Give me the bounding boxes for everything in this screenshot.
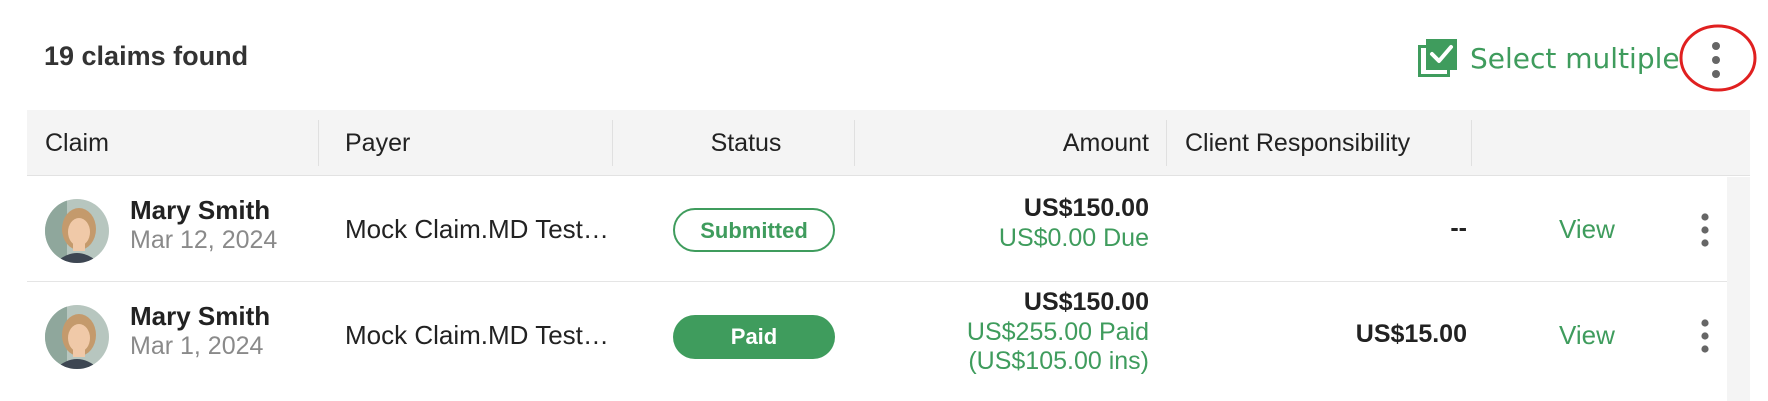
select-multiple-label: Select multiple	[1470, 41, 1680, 75]
payer-name: Mock Claim.MD Test…	[345, 320, 609, 350]
status-badge: Submitted	[673, 208, 835, 252]
table-header: Claim Payer Status Amount Client Respons…	[27, 110, 1750, 176]
vertical-dots-icon	[1701, 319, 1709, 353]
view-link[interactable]: View	[1559, 214, 1615, 245]
more-options-button[interactable]	[1708, 40, 1724, 80]
payer-name: Mock Claim.MD Test…	[345, 214, 609, 244]
client-responsibility: --	[1450, 214, 1467, 242]
row-more-options-button[interactable]	[1699, 318, 1711, 354]
amount-total: US$150.00	[1023, 194, 1149, 222]
amount-total: US$150.00	[1023, 288, 1149, 316]
client-name: Mary Smith	[130, 301, 271, 331]
table-row[interactable]: Mary Smith Mar 12, 2024 Mock Claim.MD Te…	[27, 177, 1727, 282]
column-header-client-responsibility[interactable]: Client Responsibility	[1185, 110, 1410, 176]
scrollbar-track[interactable]	[1727, 177, 1750, 401]
client-responsibility: US$15.00	[1355, 320, 1467, 348]
claims-count-title: 19 claims found	[44, 41, 249, 71]
column-header-claim[interactable]: Claim	[45, 110, 109, 176]
vertical-dots-icon	[1712, 42, 1720, 78]
column-divider	[612, 120, 613, 166]
column-divider	[854, 120, 855, 166]
amount-due: US$0.00 Due	[998, 224, 1149, 252]
view-link[interactable]: View	[1559, 320, 1615, 351]
avatar	[45, 199, 109, 263]
column-divider	[318, 120, 319, 166]
column-header-payer[interactable]: Payer	[345, 110, 410, 176]
column-header-status[interactable]: Status	[641, 110, 851, 176]
checkbox-stack-icon	[1418, 38, 1458, 78]
table-row[interactable]: Mary Smith Mar 1, 2024 Mock Claim.MD Tes…	[27, 283, 1727, 401]
vertical-dots-icon	[1701, 213, 1709, 247]
select-multiple-button[interactable]: Select multiple	[1418, 38, 1680, 78]
column-divider	[1166, 120, 1167, 166]
status-badge: Paid	[673, 315, 835, 359]
claim-date: Mar 12, 2024	[130, 226, 278, 254]
amount-insurance: (US$105.00 ins)	[968, 347, 1149, 375]
avatar	[45, 305, 109, 369]
amount-paid: US$255.00 Paid	[966, 318, 1149, 346]
column-divider	[1471, 120, 1472, 166]
client-name: Mary Smith	[130, 195, 271, 225]
column-header-amount[interactable]: Amount	[857, 110, 1149, 176]
claim-date: Mar 1, 2024	[130, 332, 264, 360]
row-more-options-button[interactable]	[1699, 212, 1711, 248]
